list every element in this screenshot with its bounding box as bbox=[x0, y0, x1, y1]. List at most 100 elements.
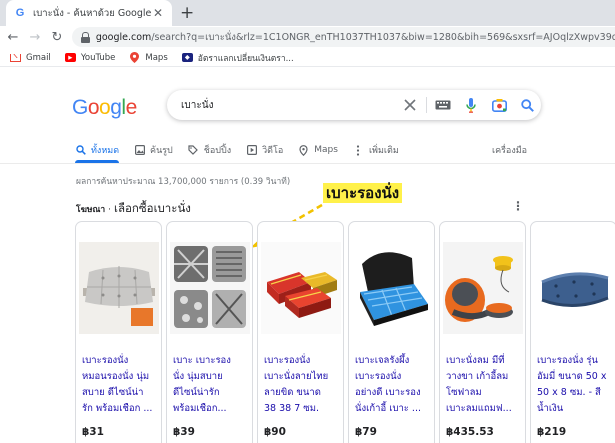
bookmark-label: Maps bbox=[145, 52, 168, 63]
image-search-button[interactable] bbox=[485, 93, 513, 117]
close-tab-icon[interactable]: ✕ bbox=[152, 6, 164, 20]
bookmark-label: Gmail bbox=[26, 52, 51, 63]
product-card[interactable]: เบาะรองนั่ง รุ่น อัมมี่ ขนาด 50 x 50 x 8… bbox=[530, 221, 615, 443]
tab-label: ค้นรูป bbox=[150, 146, 173, 156]
header-separator: · bbox=[108, 205, 112, 215]
address-bar[interactable]: google.com/search?q=เบาะนั่ง&rlz=1C1ONGR… bbox=[72, 27, 615, 47]
tabs-divider bbox=[0, 163, 615, 164]
product-name-line: 38 38 7 ซม. bbox=[264, 403, 320, 414]
clear-search-button[interactable] bbox=[396, 93, 424, 117]
product-name[interactable]: เบาะ เบาะรอง นั่ง นุ่มสบาย ดีไซน์น่ารัก … bbox=[173, 353, 251, 417]
gmail-icon bbox=[10, 53, 21, 62]
product-name-line: เบาะเจลรังผึ้ง bbox=[355, 355, 410, 366]
back-button[interactable]: ← bbox=[2, 30, 24, 45]
new-tab-button[interactable]: + bbox=[180, 3, 194, 23]
product-name[interactable]: เบาะรองนั่ง หมอนรองนั่ง นุ่ม สบาย ดีไซน์… bbox=[82, 353, 160, 417]
product-name-line: วางขา เก้าอี้ลม bbox=[446, 371, 509, 382]
product-name-line: 50 x 8 ซม. - สี bbox=[537, 387, 601, 398]
product-name-line: เบาะรองนั่ง bbox=[264, 355, 311, 366]
product-name-line: เบาะรองนั่ง bbox=[82, 355, 129, 366]
search-input[interactable]: เบาะนั่ง bbox=[181, 98, 396, 113]
tab-label: ทั้งหมด bbox=[91, 146, 120, 156]
product-name-line: นั่ง นุ่มสบาย bbox=[173, 371, 223, 382]
ad-label: โฆษณา bbox=[76, 205, 106, 215]
tab-label: ช็อปปิ้ง bbox=[203, 146, 232, 156]
bookmark-exchange-rate[interactable]: ◆ อัตราแลกเปลี่ยนเงินตรา... bbox=[181, 51, 294, 65]
close-icon bbox=[404, 99, 416, 111]
product-image[interactable] bbox=[261, 242, 341, 334]
product-name-line: ดีไซน์น่ารัก bbox=[173, 387, 220, 398]
tools-button[interactable]: เครื่องมือ bbox=[492, 143, 527, 157]
product-card[interactable]: เบาะนั่งลม มีที่ วางขา เก้าอี้ลม โซฟาลม … bbox=[439, 221, 526, 443]
tab-videos[interactable]: วิดีโอ bbox=[246, 139, 283, 161]
product-image[interactable] bbox=[79, 242, 159, 334]
product-price: ฿219 bbox=[537, 426, 567, 438]
search-box[interactable]: เบาะนั่ง bbox=[167, 90, 541, 120]
bookmark-youtube[interactable]: ▶ YouTube bbox=[64, 53, 115, 63]
tab-maps[interactable]: Maps bbox=[298, 139, 338, 161]
logo-letter: o bbox=[87, 96, 100, 119]
product-image[interactable] bbox=[443, 242, 523, 334]
logo-letter: g bbox=[110, 96, 122, 119]
product-name[interactable]: เบาะรองนั่ง เบาะนั่งลายไทย ลายขิด ขนาด 3… bbox=[264, 353, 342, 417]
youtube-icon: ▶ bbox=[64, 53, 76, 62]
product-price: ฿435.53 bbox=[446, 426, 494, 438]
tab-label: เพิ่มเติม bbox=[368, 146, 399, 156]
logo-letter: o bbox=[99, 96, 111, 119]
lock-icon[interactable] bbox=[80, 31, 90, 43]
logo-letter: e bbox=[125, 96, 138, 119]
tab-more[interactable]: เพิ่มเติม bbox=[353, 139, 399, 161]
browser-toolbar: ← → ↻ google.com/search?q=เบาะนั่ง&rlz=1… bbox=[0, 26, 615, 48]
product-name-line: โซฟาลม bbox=[446, 387, 482, 398]
search-divider bbox=[426, 97, 427, 113]
forward-button[interactable]: → bbox=[24, 30, 46, 45]
product-name-line: อย่างดี เบาะรอง bbox=[355, 387, 421, 398]
tab-all[interactable]: ทั้งหมด bbox=[75, 139, 120, 163]
product-name-line: น้ำเงิน bbox=[537, 403, 564, 414]
product-name-line: หมอนรองนั่ง นุ่ม bbox=[82, 371, 150, 382]
shopping-title: เลือกซื้อเบาะนั่ง bbox=[114, 201, 191, 215]
product-name-line: เบาะ เบาะรอง bbox=[173, 355, 231, 366]
annotation-label: เบาะรองนั่ง bbox=[323, 183, 403, 203]
product-name-line: นั่งเก้าอี้ เบาะ ... bbox=[355, 403, 421, 414]
product-name[interactable]: เบาะนั่งลม มีที่ วางขา เก้าอี้ลม โซฟาลม … bbox=[446, 353, 524, 417]
bookmark-label: อัตราแลกเปลี่ยนเงินตรา... bbox=[197, 53, 294, 64]
product-name[interactable]: เบาะรองนั่ง รุ่น อัมมี่ ขนาด 50 x 50 x 8… bbox=[537, 353, 615, 417]
product-name-line: พร้อมเชือก... bbox=[173, 403, 227, 414]
product-card[interactable]: เบาะเจลรังผึ้ง เบาะรองนั่ง อย่างดี เบาะร… bbox=[348, 221, 435, 443]
tab-label: วิดีโอ bbox=[262, 146, 284, 156]
product-image[interactable] bbox=[534, 242, 614, 334]
product-name-line: เบาะนั่งลม มีที่ bbox=[446, 355, 505, 366]
product-card[interactable]: เบาะรองนั่ง หมอนรองนั่ง นุ่ม สบาย ดีไซน์… bbox=[75, 221, 162, 443]
product-name-line: เบาะลมแถมฟ... bbox=[446, 403, 512, 414]
product-image[interactable] bbox=[352, 242, 432, 334]
voice-search-button[interactable] bbox=[457, 93, 485, 117]
image-icon bbox=[134, 145, 145, 156]
microphone-icon bbox=[466, 97, 476, 113]
tab-images[interactable]: ค้นรูป bbox=[134, 139, 173, 161]
product-card[interactable]: เบาะ เบาะรอง นั่ง นุ่มสบาย ดีไซน์น่ารัก … bbox=[166, 221, 253, 443]
search-submit-button[interactable] bbox=[513, 93, 541, 117]
browser-tab-strip: G เบาะนั่ง - ค้นหาด้วย Google ✕ + bbox=[0, 0, 615, 26]
product-card[interactable]: เบาะรองนั่ง เบาะนั่งลายไทย ลายขิด ขนาด 3… bbox=[257, 221, 344, 443]
bookmark-gmail[interactable]: Gmail bbox=[10, 53, 51, 63]
browser-tab[interactable]: G เบาะนั่ง - ค้นหาด้วย Google ✕ bbox=[6, 0, 172, 26]
product-image[interactable] bbox=[170, 242, 250, 334]
product-price: ฿90 bbox=[264, 426, 286, 438]
tag-icon bbox=[188, 145, 199, 156]
product-price: ฿31 bbox=[82, 426, 104, 438]
bookmark-maps[interactable]: Maps bbox=[129, 52, 168, 63]
tab-title: เบาะนั่ง - ค้นหาด้วย Google bbox=[33, 7, 152, 19]
result-stats: ผลการค้นหาประมาณ 13,700,000 รายการ (0.39… bbox=[76, 177, 291, 187]
product-name[interactable]: เบาะเจลรังผึ้ง เบาะรองนั่ง อย่างดี เบาะร… bbox=[355, 353, 433, 417]
google-logo[interactable]: Google bbox=[72, 96, 137, 120]
search-icon bbox=[520, 98, 534, 112]
url-text[interactable]: google.com/search?q=เบาะนั่ง&rlz=1C1ONGR… bbox=[96, 30, 615, 45]
camera-lens-icon bbox=[491, 98, 507, 112]
shopping-more-icon[interactable]: ⋮ bbox=[512, 199, 524, 213]
logo-letter: G bbox=[72, 96, 88, 119]
reload-button[interactable]: ↻ bbox=[46, 30, 68, 45]
url-path: /search?q=เบาะนั่ง&rlz=1C1ONGR_enTH1037T… bbox=[151, 31, 615, 43]
tab-shopping[interactable]: ช็อปปิ้ง bbox=[188, 139, 231, 161]
keyboard-button[interactable] bbox=[429, 93, 457, 117]
